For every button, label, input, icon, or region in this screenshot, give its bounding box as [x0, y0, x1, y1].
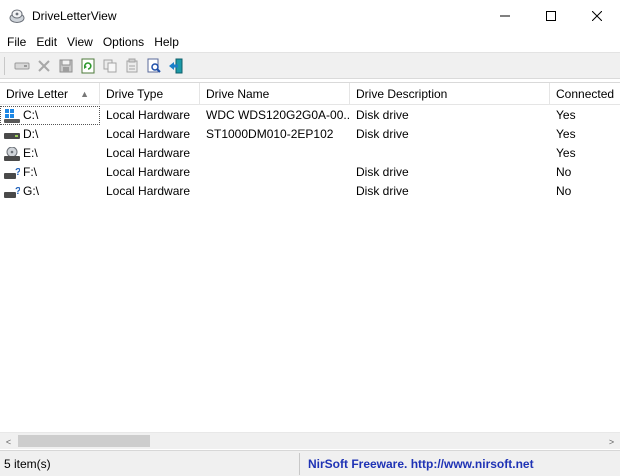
- drive-letter: C:\: [23, 108, 39, 122]
- menu-edit[interactable]: Edit: [31, 32, 62, 52]
- scroll-right-icon[interactable]: >: [603, 433, 620, 450]
- delete-icon: [38, 59, 50, 72]
- sort-ascending-icon: ▲: [80, 89, 89, 99]
- column-header-drive-type[interactable]: Drive Type: [100, 83, 200, 105]
- column-header-label: Drive Letter: [6, 87, 69, 101]
- column-header-label: Drive Type: [106, 87, 164, 101]
- drive-description-cell: Disk drive: [356, 127, 409, 141]
- unknown-drive-icon: ?: [4, 166, 20, 180]
- column-header-label: Connected: [556, 87, 615, 101]
- connected-cell: Yes: [556, 127, 576, 141]
- drive-type-cell: Local Hardware: [106, 146, 191, 160]
- windows-drive-icon: [4, 108, 20, 123]
- minimize-button[interactable]: [482, 0, 528, 32]
- properties-icon: [126, 58, 138, 72]
- drive-letter-cell: C:\: [0, 106, 100, 125]
- drive-name-cell: WDC WDS120G2G0A-00...: [206, 108, 350, 122]
- exit-icon: [169, 58, 183, 73]
- drive-description-cell: Disk drive: [356, 165, 409, 179]
- drive-name-cell: ST1000DM010-2EP102: [206, 127, 334, 141]
- scroll-left-icon[interactable]: <: [0, 433, 17, 450]
- drive-type-cell: Local Hardware: [106, 108, 191, 122]
- drive-list[interactable]: Drive Letter ▲ Drive Type Drive Name Dri…: [0, 82, 620, 450]
- properties-button[interactable]: [121, 55, 143, 77]
- table-row[interactable]: D:\ Local Hardware ST1000DM010-2EP102 Di…: [0, 125, 620, 144]
- copy-icon: [103, 59, 117, 72]
- svg-text:?: ?: [15, 186, 20, 197]
- drive-letter: D:\: [23, 127, 39, 141]
- drive-letter: F:\: [23, 165, 37, 179]
- column-header-drive-letter[interactable]: Drive Letter ▲: [0, 83, 100, 105]
- horizontal-scrollbar[interactable]: < >: [0, 432, 620, 449]
- menu-view[interactable]: View: [62, 32, 98, 52]
- menu-file[interactable]: File: [2, 32, 31, 52]
- save-icon: [59, 59, 73, 72]
- status-bar: 5 item(s) NirSoft Freeware. http://www.n…: [0, 450, 620, 476]
- app-icon: [8, 7, 26, 25]
- item-count: 5 item(s): [0, 452, 300, 475]
- minimize-icon: [500, 15, 510, 17]
- drive-description-cell: [350, 144, 550, 163]
- optical-drive-icon: [4, 146, 20, 161]
- connected-cell: No: [556, 165, 572, 179]
- menu-help[interactable]: Help: [149, 32, 184, 52]
- nirsoft-link[interactable]: NirSoft Freeware. http://www.nirsoft.net: [300, 453, 620, 475]
- menu-options[interactable]: Options: [98, 32, 149, 52]
- copy-button[interactable]: [99, 55, 121, 77]
- drive-letter-cell: E:\: [0, 144, 100, 163]
- column-header-connected[interactable]: Connected: [550, 83, 620, 105]
- drive-icon: [14, 62, 30, 69]
- drive-letter: G:\: [23, 184, 40, 198]
- connected-cell: Yes: [556, 108, 576, 122]
- drive-type-cell: Local Hardware: [106, 165, 191, 179]
- toolbar: [0, 53, 620, 79]
- close-icon: [592, 11, 602, 21]
- drive-type-cell: Local Hardware: [106, 184, 191, 198]
- delete-button[interactable]: [33, 55, 55, 77]
- list-header: Drive Letter ▲ Drive Type Drive Name Dri…: [0, 83, 620, 105]
- connected-cell: Yes: [556, 146, 576, 160]
- window-title: DriveLetterView: [32, 9, 117, 23]
- drive-description-cell: Disk drive: [356, 184, 409, 198]
- table-row[interactable]: E:\ Local Hardware Yes: [0, 144, 620, 163]
- drive-description-cell: Disk drive: [356, 108, 409, 122]
- table-row[interactable]: C:\ Local Hardware WDC WDS120G2G0A-00...…: [0, 106, 620, 125]
- exit-button[interactable]: [165, 55, 187, 77]
- drive-letter-cell: ? G:\: [0, 182, 100, 201]
- drive-type-cell: Local Hardware: [106, 127, 191, 141]
- svg-text:?: ?: [15, 167, 20, 178]
- drive-name-cell: [200, 163, 350, 182]
- drive-letter-cell: D:\: [0, 125, 100, 144]
- unknown-drive-icon: ?: [4, 185, 20, 199]
- find-icon: [147, 58, 161, 73]
- column-header-label: Drive Description: [356, 87, 448, 101]
- refresh-icon: [81, 58, 95, 73]
- hard-drive-icon: [4, 128, 20, 142]
- column-header-drive-name[interactable]: Drive Name: [200, 83, 350, 105]
- toolbar-grip[interactable]: [4, 56, 7, 75]
- maximize-icon: [546, 11, 556, 21]
- title-bar: DriveLetterView: [0, 0, 620, 32]
- close-button[interactable]: [574, 0, 620, 32]
- table-row[interactable]: ? F:\ Local Hardware Disk drive No: [0, 163, 620, 182]
- table-row[interactable]: ? G:\ Local Hardware Disk drive No: [0, 182, 620, 201]
- find-button[interactable]: [143, 55, 165, 77]
- drive-name-cell: [200, 182, 350, 201]
- maximize-button[interactable]: [528, 0, 574, 32]
- list-body: C:\ Local Hardware WDC WDS120G2G0A-00...…: [0, 106, 620, 201]
- drive-name-cell: [200, 144, 350, 163]
- column-header-label: Drive Name: [206, 87, 270, 101]
- column-header-drive-description[interactable]: Drive Description: [350, 83, 550, 105]
- drive-letter-cell: ? F:\: [0, 163, 100, 182]
- refresh-button[interactable]: [77, 55, 99, 77]
- save-button[interactable]: [55, 55, 77, 77]
- menu-bar: File Edit View Options Help: [0, 32, 620, 52]
- connected-cell: No: [556, 184, 572, 198]
- drive-button[interactable]: [11, 55, 33, 77]
- scroll-thumb[interactable]: [18, 435, 150, 447]
- drive-letter: E:\: [23, 146, 38, 160]
